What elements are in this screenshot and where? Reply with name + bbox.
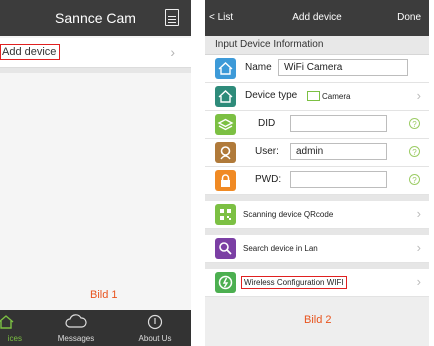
home-icon bbox=[0, 315, 14, 329]
power-icon bbox=[215, 272, 236, 293]
tab-about-us[interactable]: About Us bbox=[125, 310, 185, 346]
caption-bild-2: Bild 2 bbox=[304, 314, 332, 326]
help-icon[interactable]: ? bbox=[409, 118, 420, 129]
pwd-row: PWD: ? bbox=[205, 167, 429, 195]
section-header: Input Device Information bbox=[205, 36, 429, 55]
help-icon[interactable]: ? bbox=[409, 146, 420, 157]
user-icon bbox=[215, 142, 236, 163]
scan-qrcode-row[interactable]: Scanning device QRcode › bbox=[205, 201, 429, 229]
screen-two: < List Add device Done Input Device Info… bbox=[205, 0, 429, 346]
name-label: Name bbox=[245, 62, 272, 73]
section-title: Input Device Information bbox=[215, 39, 324, 50]
did-row: DID ? bbox=[205, 111, 429, 139]
home-icon bbox=[215, 58, 236, 79]
device-type-label: Device type bbox=[245, 90, 298, 101]
chevron-right-icon: › bbox=[416, 88, 421, 103]
caption-bild-1: Bild 1 bbox=[90, 289, 118, 301]
did-input[interactable] bbox=[290, 115, 387, 132]
page-title: Add device bbox=[292, 12, 342, 23]
screen-one: Sannce Cam Add device › Bild 1 ices Mess… bbox=[0, 0, 191, 346]
did-label: DID bbox=[258, 118, 276, 129]
lock-icon bbox=[215, 170, 236, 191]
name-row: Name WiFi Camera bbox=[205, 55, 429, 83]
device-type-row[interactable]: Device type Camera › bbox=[205, 83, 429, 111]
tab-devices[interactable]: ices bbox=[0, 310, 24, 346]
tab-messages[interactable]: Messages bbox=[46, 310, 106, 346]
scan-qrcode-label: Scanning device QRcode bbox=[243, 210, 334, 219]
user-row: User: admin ? bbox=[205, 139, 429, 167]
home-icon bbox=[215, 86, 236, 107]
pwd-label: PWD: bbox=[255, 174, 282, 185]
device-type-value: Camera bbox=[322, 92, 351, 101]
done-button[interactable]: Done bbox=[397, 12, 421, 23]
document-icon[interactable] bbox=[165, 9, 179, 26]
pwd-input[interactable] bbox=[290, 171, 387, 188]
help-icon[interactable]: ? bbox=[409, 174, 420, 185]
wifi-config-row[interactable]: Wireless Configuration WIFI › bbox=[205, 269, 429, 297]
search-icon bbox=[215, 238, 236, 259]
name-input[interactable]: WiFi Camera bbox=[278, 59, 408, 76]
tab-messages-label: Messages bbox=[57, 334, 95, 343]
cloud-icon bbox=[65, 314, 87, 328]
info-icon bbox=[147, 314, 163, 330]
add-device-label: Add device bbox=[0, 44, 61, 60]
chevron-right-icon: › bbox=[416, 206, 421, 221]
list-divider bbox=[0, 68, 191, 73]
top-navbar: Sannce Cam bbox=[0, 0, 191, 36]
search-lan-row[interactable]: Search device in Lan › bbox=[205, 235, 429, 263]
layers-icon bbox=[215, 114, 236, 135]
add-device-row[interactable]: Add device › bbox=[0, 38, 191, 68]
chevron-right-icon: › bbox=[416, 240, 421, 255]
user-input[interactable]: admin bbox=[290, 143, 387, 160]
qrcode-icon bbox=[215, 204, 236, 225]
tab-about-us-label: About Us bbox=[138, 334, 172, 343]
search-lan-label: Search device in Lan bbox=[243, 244, 318, 253]
app-title: Sannce Cam bbox=[55, 10, 136, 26]
wifi-config-label: Wireless Configuration WIFI bbox=[241, 276, 347, 289]
camera-checkbox-icon bbox=[307, 91, 320, 101]
bottom-tab-bar: ices Messages About Us bbox=[0, 310, 191, 346]
chevron-right-icon: › bbox=[416, 274, 421, 289]
user-label: User: bbox=[255, 146, 279, 157]
chevron-right-icon: › bbox=[170, 44, 175, 60]
tab-devices-label: ices bbox=[7, 334, 22, 343]
top-navbar: < List Add device Done bbox=[205, 0, 429, 36]
